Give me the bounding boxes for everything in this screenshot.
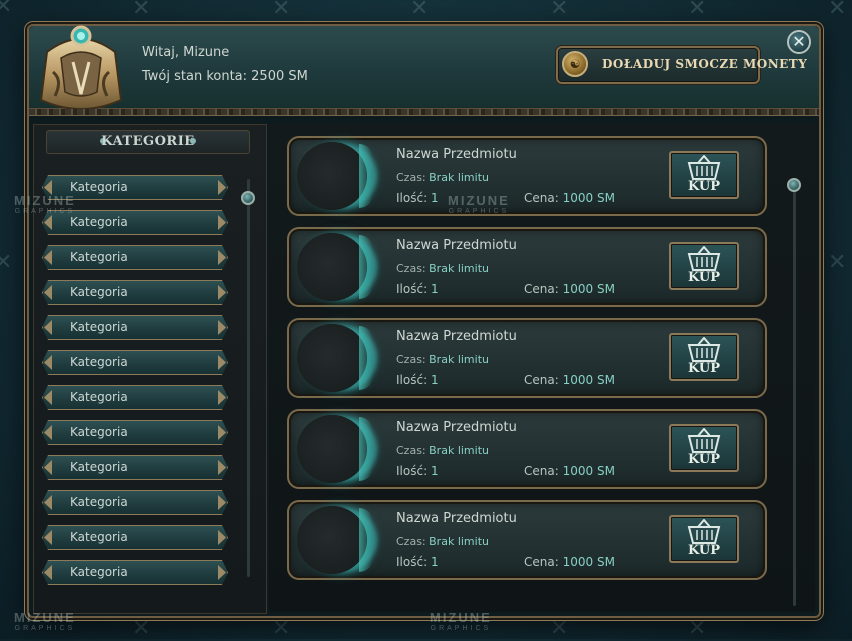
buy-label: KUP xyxy=(688,270,720,285)
item-image-placeholder xyxy=(297,506,367,574)
buy-button[interactable]: KUP xyxy=(669,424,739,472)
category-label: Kategoria xyxy=(70,180,128,194)
account-balance: Twój stan konta: 2500 SM xyxy=(142,69,308,84)
shop-header: Witaj, Mizune Twój stan konta: 2500 SM ☯… xyxy=(29,25,819,116)
category-item[interactable]: Kategoria xyxy=(42,385,228,410)
recharge-coins-button[interactable]: ☯ DOŁADUJ SMOCZE MONETY xyxy=(556,46,807,84)
item-price: Cena: 1000 SM xyxy=(524,555,615,569)
background-cross-icon: ✕ xyxy=(688,616,707,641)
category-label: Kategoria xyxy=(70,355,128,369)
category-scrollbar[interactable] xyxy=(247,179,250,577)
category-label: Kategoria xyxy=(70,390,128,404)
background-cross-icon: ✕ xyxy=(688,0,707,21)
category-label: Kategoria xyxy=(70,285,128,299)
item-quantity: Ilość: 1 xyxy=(396,464,439,478)
background-cross-icon: ✕ xyxy=(550,616,569,641)
category-scroll-thumb[interactable] xyxy=(241,191,255,205)
item-time: Czas: Brak limitu xyxy=(396,535,489,548)
category-label: Kategoria xyxy=(70,460,128,474)
category-label: Kategoria xyxy=(70,320,128,334)
category-title: KATEGORIE xyxy=(101,134,195,149)
category-item[interactable]: Kategoria xyxy=(42,490,228,515)
close-button[interactable]: ✕ xyxy=(787,30,811,54)
item-time: Czas: Brak limitu xyxy=(396,444,489,457)
category-item[interactable]: Kategoria xyxy=(42,525,228,550)
item-name: Nazwa Przedmiotu xyxy=(396,511,517,526)
greeting-text: Witaj, Mizune xyxy=(142,45,230,60)
item-price: Cena: 1000 SM xyxy=(524,464,615,478)
item-quantity: Ilość: 1 xyxy=(396,373,439,387)
category-item[interactable]: Kategoria xyxy=(42,245,228,270)
buy-button[interactable]: KUP xyxy=(669,151,739,199)
category-list: Kategoria Kategoria Kategoria Kategoria … xyxy=(42,175,228,595)
close-icon: ✕ xyxy=(792,32,806,51)
background-cross-icon: ✕ xyxy=(132,616,151,641)
buy-label: KUP xyxy=(688,452,720,467)
item-list-panel: Nazwa Przedmiotu Czas: Brak limitu Ilość… xyxy=(269,124,815,612)
item-quantity: Ilość: 1 xyxy=(396,555,439,569)
background-cross-icon: ✕ xyxy=(550,0,569,21)
category-item[interactable]: Kategoria xyxy=(42,455,228,480)
items-scrollbar[interactable] xyxy=(793,178,796,606)
buy-button[interactable]: KUP xyxy=(669,515,739,563)
category-item[interactable]: Kategoria xyxy=(42,420,228,445)
category-label: Kategoria xyxy=(70,530,128,544)
coin-icon: ☯ xyxy=(562,51,588,77)
shop-window: Witaj, Mizune Twój stan konta: 2500 SM ☯… xyxy=(27,24,821,618)
background-cross-icon: ✕ xyxy=(0,250,13,275)
item-price: Cena: 1000 SM xyxy=(524,191,615,205)
items-scroll-thumb[interactable] xyxy=(787,178,801,192)
category-label: Kategoria xyxy=(70,565,128,579)
buy-label: KUP xyxy=(688,179,720,194)
buy-label: KUP xyxy=(688,543,720,558)
category-item[interactable]: Kategoria xyxy=(42,350,228,375)
buy-label: KUP xyxy=(688,361,720,376)
watermark-logo: MIZUNE GRAPHICS xyxy=(448,193,510,215)
watermark-logo: MIZUNE GRAPHICS xyxy=(14,193,76,215)
category-label: Kategoria xyxy=(70,425,128,439)
buy-button[interactable]: KUP xyxy=(669,242,739,290)
item-image-placeholder xyxy=(297,415,367,483)
background-cross-icon: ✕ xyxy=(272,0,291,21)
item-name: Nazwa Przedmiotu xyxy=(396,420,517,435)
shop-item-card: Nazwa Przedmiotu Czas: Brak limitu Ilość… xyxy=(287,136,767,216)
shop-item-card: Nazwa Przedmiotu Czas: Brak limitu Ilość… xyxy=(287,500,767,580)
background-cross-icon: ✕ xyxy=(132,0,151,21)
background-cross-icon: ✕ xyxy=(828,250,847,275)
item-name: Nazwa Przedmiotu xyxy=(396,147,517,162)
item-name: Nazwa Przedmiotu xyxy=(396,329,517,344)
item-price: Cena: 1000 SM xyxy=(524,373,615,387)
recharge-label: DOŁADUJ SMOCZE MONETY xyxy=(602,57,808,71)
bullet-icon xyxy=(190,138,196,144)
background-cross-icon: ✕ xyxy=(828,0,847,21)
category-label: Kategoria xyxy=(70,215,128,229)
shop-item-card: Nazwa Przedmiotu Czas: Brak limitu Ilość… xyxy=(287,409,767,489)
watermark-logo: MIZUNE GRAPHICS xyxy=(430,610,492,632)
item-image-placeholder xyxy=(297,233,367,301)
item-time: Czas: Brak limitu xyxy=(396,171,489,184)
background-cross-icon: ✕ xyxy=(410,0,429,21)
item-image-placeholder xyxy=(297,142,367,210)
category-item[interactable]: Kategoria xyxy=(42,280,228,305)
buy-button[interactable]: KUP xyxy=(669,333,739,381)
category-header: KATEGORIE xyxy=(46,130,250,154)
item-image-placeholder xyxy=(297,324,367,392)
item-price: Cena: 1000 SM xyxy=(524,282,615,296)
category-item[interactable]: Kategoria xyxy=(42,560,228,585)
category-label: Kategoria xyxy=(70,495,128,509)
dragon-helmet-emblem-icon xyxy=(39,25,123,110)
category-item[interactable]: Kategoria xyxy=(42,315,228,340)
watermark-logo: MIZUNE GRAPHICS xyxy=(14,610,76,632)
item-quantity: Ilość: 1 xyxy=(396,191,439,205)
item-time: Czas: Brak limitu xyxy=(396,262,489,275)
shop-item-card: Nazwa Przedmiotu Czas: Brak limitu Ilość… xyxy=(287,227,767,307)
category-label: Kategoria xyxy=(70,250,128,264)
item-time: Czas: Brak limitu xyxy=(396,353,489,366)
item-quantity: Ilość: 1 xyxy=(396,282,439,296)
background-cross-icon: ✕ xyxy=(272,616,291,641)
item-name: Nazwa Przedmiotu xyxy=(396,238,517,253)
background-cross-icon: ✕ xyxy=(0,0,13,19)
shop-item-card: Nazwa Przedmiotu Czas: Brak limitu Ilość… xyxy=(287,318,767,398)
